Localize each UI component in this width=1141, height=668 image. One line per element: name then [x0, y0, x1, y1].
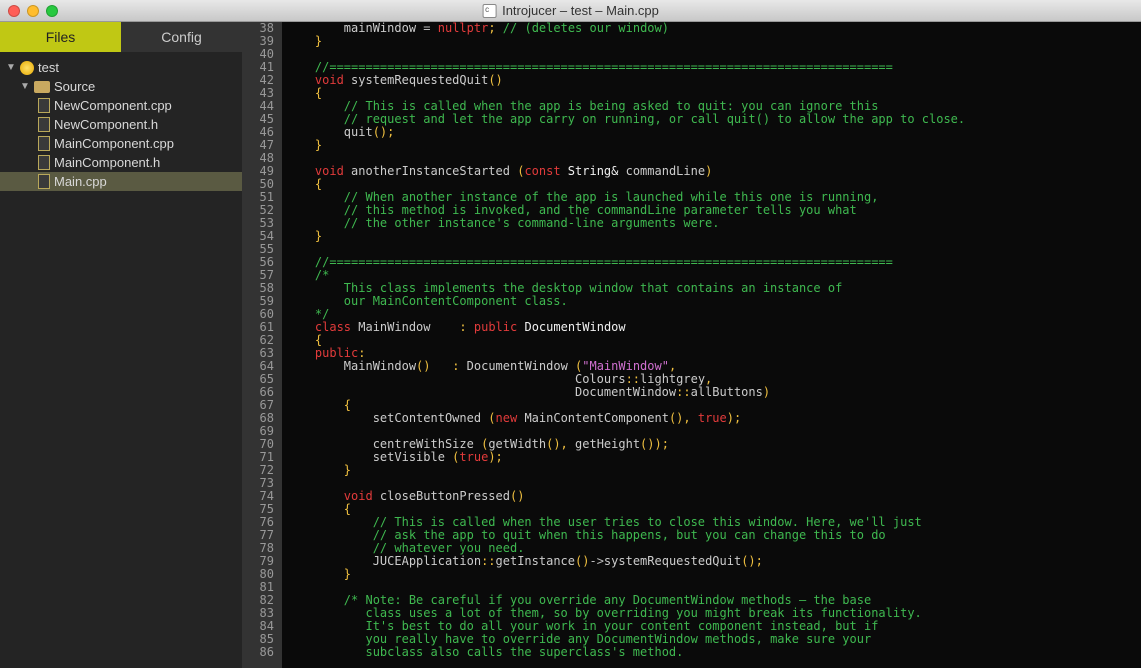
- tree-file-label: MainComponent.h: [54, 155, 160, 170]
- code-line[interactable]: void closeButtonPressed(): [286, 490, 1137, 503]
- tree-project[interactable]: ▼ test: [0, 58, 242, 77]
- file-icon: [38, 155, 50, 170]
- tree-group-label: Source: [54, 79, 95, 94]
- tree-file[interactable]: NewComponent.h: [0, 115, 242, 134]
- code-line[interactable]: }: [286, 230, 1137, 243]
- code-line[interactable]: {: [286, 334, 1137, 347]
- code-line[interactable]: our MainContentComponent class.: [286, 295, 1137, 308]
- code-line[interactable]: setVisible (true);: [286, 451, 1137, 464]
- close-window-button[interactable]: [8, 5, 20, 17]
- code-line[interactable]: //======================================…: [286, 256, 1137, 269]
- traffic-lights: [8, 5, 58, 17]
- code-line[interactable]: void systemRequestedQuit(): [286, 74, 1137, 87]
- chevron-down-icon: ▼: [6, 62, 16, 73]
- tree-file-label: NewComponent.cpp: [54, 98, 172, 113]
- file-icon: [38, 98, 50, 113]
- code-line[interactable]: DocumentWindow::allButtons): [286, 386, 1137, 399]
- tree-file[interactable]: NewComponent.cpp: [0, 96, 242, 115]
- code-line[interactable]: quit();: [286, 126, 1137, 139]
- code-line[interactable]: subclass also calls the superclass's met…: [286, 646, 1137, 659]
- titlebar: Introjucer – test – Main.cpp: [0, 0, 1141, 22]
- folder-icon: [34, 81, 50, 93]
- file-icon: [38, 174, 50, 189]
- tree-file-label: MainComponent.cpp: [54, 136, 174, 151]
- minimize-window-button[interactable]: [27, 5, 39, 17]
- tree-group-source[interactable]: ▼ Source: [0, 77, 242, 96]
- code-line[interactable]: }: [286, 568, 1137, 581]
- tab-config[interactable]: Config: [121, 22, 242, 52]
- chevron-down-icon: ▼: [20, 81, 30, 92]
- code-line[interactable]: }: [286, 464, 1137, 477]
- code-area[interactable]: mainWindow = nullptr; // (deletes our wi…: [282, 22, 1141, 668]
- file-icon: [38, 136, 50, 151]
- code-line[interactable]: void anotherInstanceStarted (const Strin…: [286, 165, 1137, 178]
- tree-file-label: NewComponent.h: [54, 117, 158, 132]
- code-line[interactable]: class MainWindow : public DocumentWindow: [286, 321, 1137, 334]
- code-line[interactable]: JUCEApplication::getInstance()->systemRe…: [286, 555, 1137, 568]
- tab-files[interactable]: Files: [0, 22, 121, 52]
- code-line[interactable]: // the other instance's command-line arg…: [286, 217, 1137, 230]
- zoom-window-button[interactable]: [46, 5, 58, 17]
- document-icon: [482, 4, 496, 18]
- tree-file-label: Main.cpp: [54, 174, 107, 189]
- code-line[interactable]: }: [286, 35, 1137, 48]
- tree-file[interactable]: MainComponent.h: [0, 153, 242, 172]
- window-title-text: Introjucer – test – Main.cpp: [502, 3, 659, 18]
- window-title: Introjucer – test – Main.cpp: [482, 3, 659, 18]
- sidebar-tabs: Files Config: [0, 22, 242, 52]
- file-tree: ▼ test ▼ Source NewComponent.cpp NewCompo…: [0, 52, 242, 668]
- line-gutter: 3839404142434445464748495051525354555657…: [242, 22, 282, 668]
- project-icon: [20, 61, 34, 75]
- line-number: 86: [250, 646, 274, 659]
- code-editor[interactable]: 3839404142434445464748495051525354555657…: [242, 22, 1141, 668]
- code-line[interactable]: setContentOwned (new MainContentComponen…: [286, 412, 1137, 425]
- code-line[interactable]: mainWindow = nullptr; // (deletes our wi…: [286, 22, 1137, 35]
- tree-file[interactable]: MainComponent.cpp: [0, 134, 242, 153]
- code-line[interactable]: }: [286, 139, 1137, 152]
- code-line[interactable]: // request and let the app carry on runn…: [286, 113, 1137, 126]
- sidebar: Files Config ▼ test ▼ Source NewComponen…: [0, 22, 242, 668]
- tree-project-label: test: [38, 60, 59, 75]
- tree-file[interactable]: Main.cpp: [0, 172, 242, 191]
- file-icon: [38, 117, 50, 132]
